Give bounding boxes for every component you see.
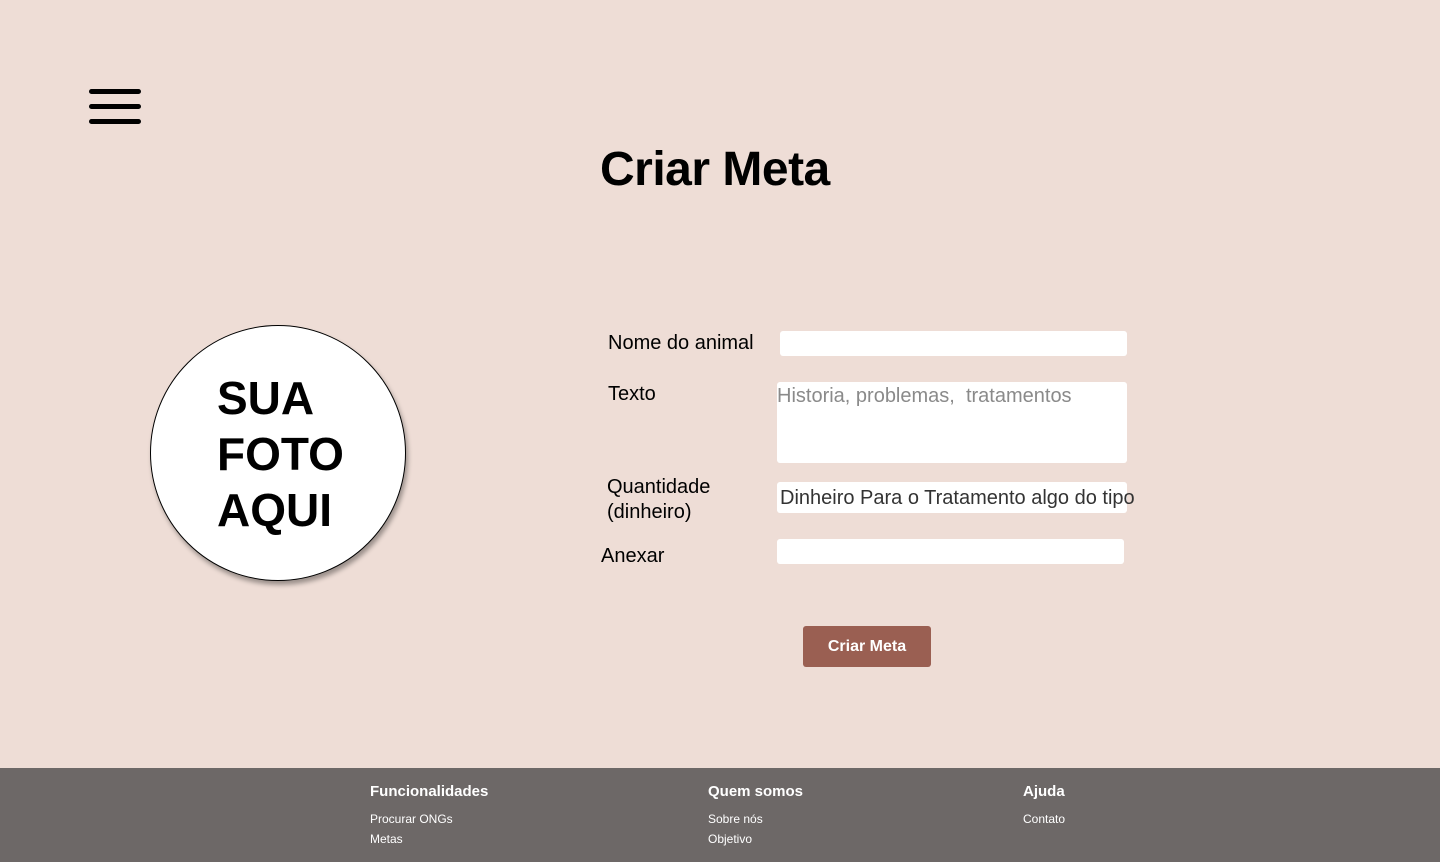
menu-line [89,89,141,94]
page-title: Criar Meta [600,143,830,196]
footer-link-sobre-nos[interactable]: Sobre nós [708,809,803,829]
footer-link-objetivo[interactable]: Objetivo [708,829,803,849]
quantidade-label: Quantidade (dinheiro) [607,476,711,523]
anexar-label: Anexar [601,545,665,567]
footer: Funcionalidades Procurar ONGs Metas Quem… [0,768,1440,862]
footer-column-quem-somos: Quem somos Sobre nós Objetivo [708,783,803,849]
quantidade-value: Dinheiro Para o Tratamento algo do tipo [780,487,1135,509]
footer-link-procurar-ongs[interactable]: Procurar ONGs [370,809,488,829]
texto-textarea[interactable] [777,382,1127,463]
menu-line [89,104,141,109]
footer-column-ajuda: Ajuda Contato [1023,783,1065,829]
footer-heading: Funcionalidades [370,783,489,800]
footer-heading: Ajuda [1023,783,1065,800]
photo-placeholder-text: SUA FOTO AQUI [217,372,344,536]
footer-heading: Quem somos [708,783,804,800]
anexar-input[interactable] [777,539,1124,564]
nome-animal-input[interactable] [780,331,1127,356]
footer-link-contato[interactable]: Contato [1023,809,1065,829]
photo-upload-circle[interactable]: SUA FOTO AQUI [150,325,406,581]
footer-column-funcionalidades: Funcionalidades Procurar ONGs Metas [370,783,488,849]
nome-label: Nome do animal [608,332,754,354]
criar-meta-button[interactable]: Criar Meta [803,626,931,667]
menu-line [89,119,141,124]
texto-label: Texto [608,383,656,405]
hamburger-menu-icon[interactable] [88,88,142,126]
footer-link-metas[interactable]: Metas [370,829,488,849]
